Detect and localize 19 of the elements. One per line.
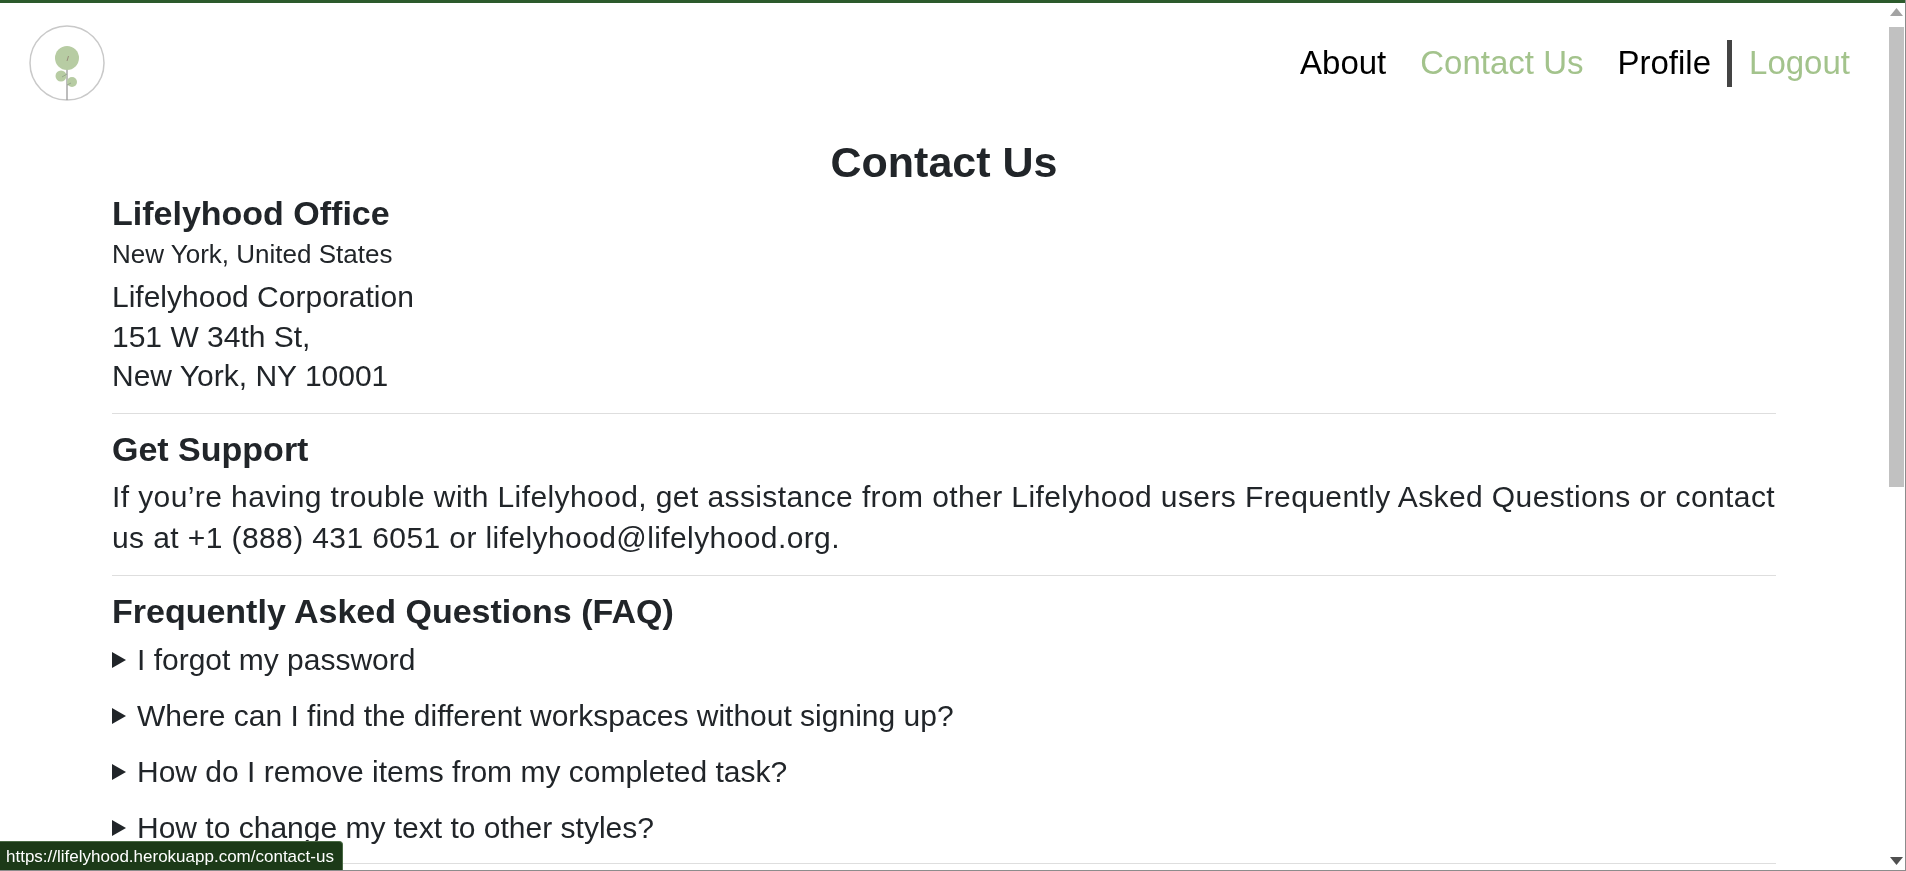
nav-link[interactable]: Profile (1617, 43, 1712, 83)
nav-link[interactable]: About (1300, 43, 1387, 83)
office-location: New York, United States (112, 238, 394, 270)
faq-question[interactable]: I forgot my password (112, 641, 416, 678)
faq-question[interactable]: Where can I find the different workspaces without signing up? (112, 697, 954, 734)
address-line: Lifelyhood Corporation (112, 279, 415, 315)
faq-question[interactable]: How do I remove items from my completed task? (112, 753, 788, 790)
section-heading: Frequently Asked Questions (FAQ) (112, 590, 675, 632)
section-heading: Get Support (112, 428, 310, 470)
address-line: 151 W 34th St, (112, 318, 312, 355)
scroll-down-arrow-icon[interactable] (1890, 857, 1903, 865)
tree-logo-icon[interactable] (29, 25, 105, 101)
section-heading: Lifelyhood Office (112, 193, 391, 234)
support-paragraph: If you’re having trouble with Lifelyhood, get assistance from other Lifelyhood users Frequently Asked Questions or contact us at +1 (888) 431 6051 or lifelyhood@lifelyhood.org. (112, 478, 1776, 556)
address-line: New York, NY 10001 (112, 358, 390, 394)
link-url-status: https://lifelyhood.herokuapp.com/contact-us (0, 841, 343, 870)
page-title: Contact Us (829, 137, 1059, 188)
scrollbar-thumb[interactable] (1889, 27, 1904, 487)
scroll-up-arrow-icon[interactable] (1890, 8, 1903, 16)
